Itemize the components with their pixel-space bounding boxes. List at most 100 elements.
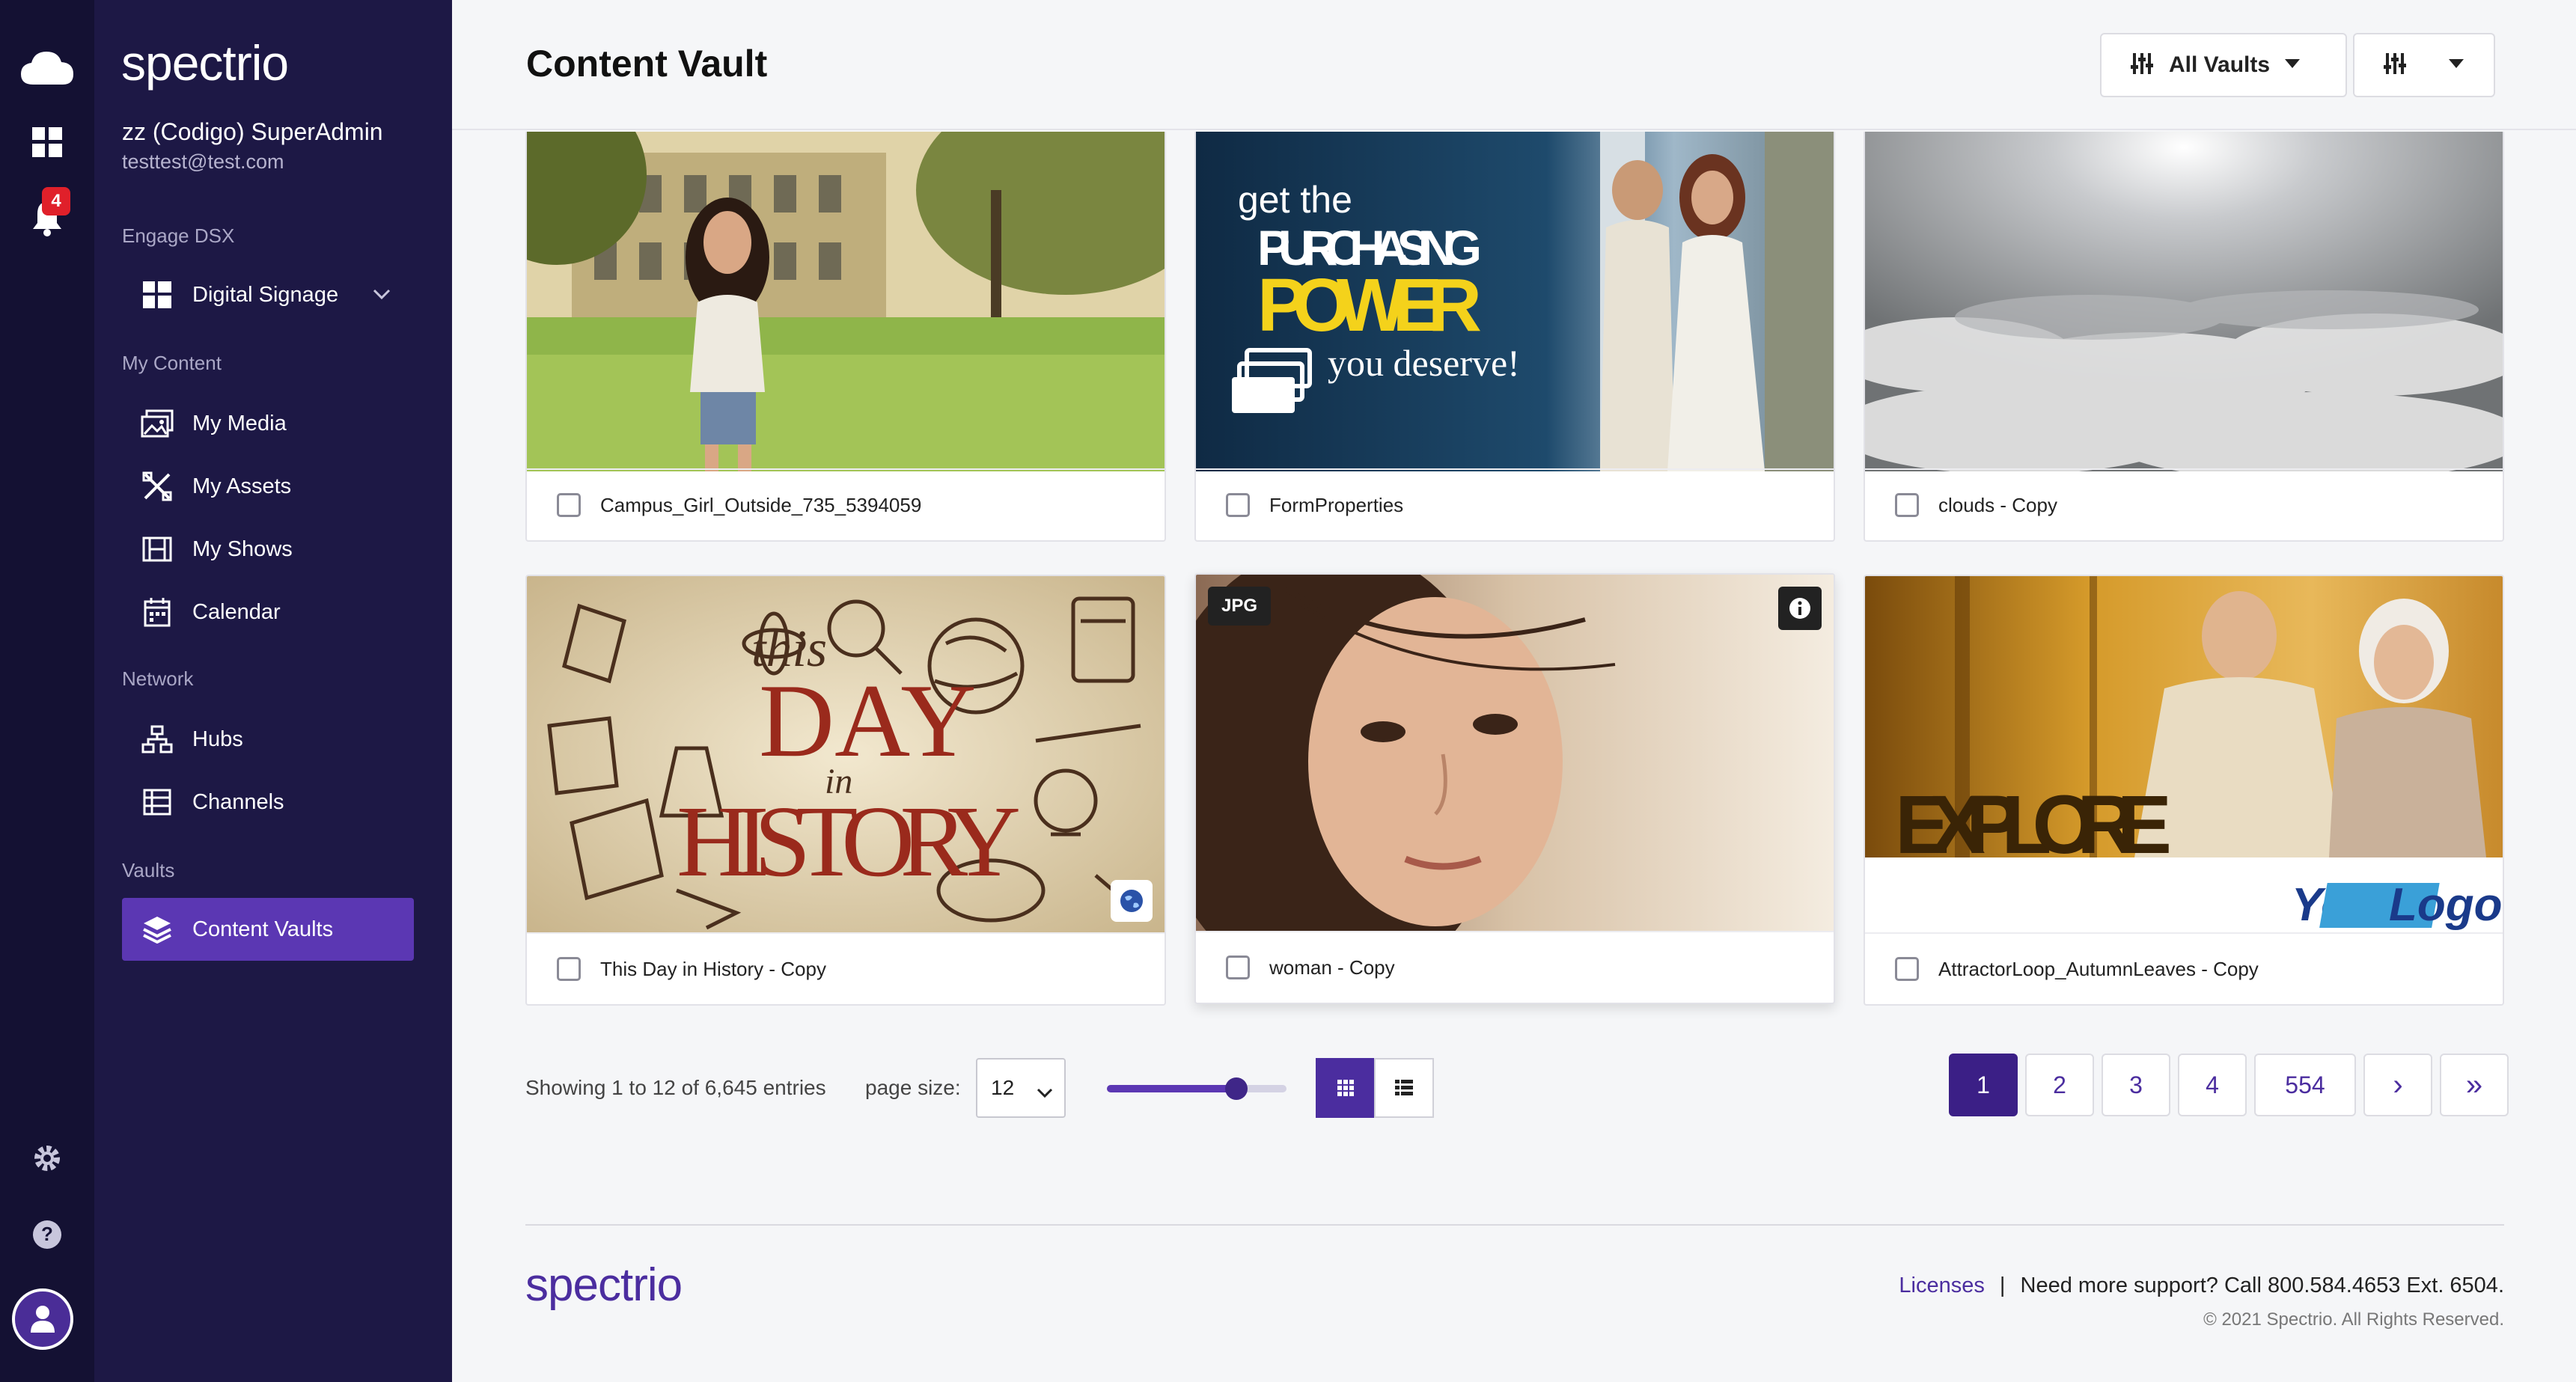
select-checkbox[interactable] (557, 493, 581, 517)
chevron-down-icon (1036, 1080, 1054, 1104)
pagination-last-button[interactable]: » (2440, 1054, 2509, 1116)
media-card[interactable]: Campus_Girl_Outside_735_5394059 (525, 132, 1166, 542)
cloud-icon[interactable] (0, 37, 94, 97)
media-thumbnail[interactable]: JPG (1196, 575, 1834, 932)
card-title: FormProperties (1269, 493, 1404, 516)
sidebar-item-calendar[interactable]: Calendar (122, 582, 414, 642)
media-icon (122, 409, 192, 438)
card-footer: This Day in History - Copy (527, 932, 1165, 1004)
sidebar-item-channels[interactable]: Channels (122, 772, 414, 832)
slider-handle[interactable] (1224, 1077, 1248, 1100)
info-icon[interactable] (1778, 587, 1822, 630)
sidebar-item-hubs[interactable]: Hubs (122, 709, 414, 769)
list-view-button[interactable] (1374, 1058, 1434, 1118)
card-title: Campus_Girl_Outside_735_5394059 (600, 493, 922, 516)
avatar[interactable] (12, 1288, 73, 1350)
media-card[interactable]: clouds - Copy (1864, 132, 2504, 542)
footer-support: Licenses | Need more support? Call 800.5… (1899, 1274, 2504, 1298)
media-thumbnail[interactable]: this DAY in HISTORY (527, 576, 1165, 934)
card-title: woman - Copy (1269, 956, 1395, 979)
thumbnail-size-slider[interactable] (1107, 1077, 1287, 1100)
pagination-next-button[interactable]: › (2363, 1054, 2432, 1116)
page-size-value: 12 (991, 1076, 1015, 1099)
slider-fill (1107, 1085, 1236, 1092)
support-text: Need more support? Call 800.584.4653 Ext… (2020, 1274, 2504, 1297)
grid-view-button[interactable] (1316, 1058, 1376, 1118)
explore-text: EXPLORE (1895, 779, 2172, 871)
copyright: © 2021 Spectrio. All Rights Reserved. (2203, 1309, 2504, 1330)
page-size-select[interactable]: 12 (976, 1058, 1066, 1118)
media-thumbnail[interactable]: get the PURCHASING POWER you deserve! (1196, 132, 1834, 471)
signage-icon (122, 281, 192, 308)
pagination-page[interactable]: 4 (2178, 1054, 2247, 1116)
media-card[interactable]: JPG woman - Copy (1194, 573, 1835, 1004)
file-type-badge: JPG (1208, 587, 1272, 626)
licenses-link[interactable]: Licenses (1899, 1274, 1984, 1297)
media-card[interactable]: get the PURCHASING POWER you deserve! Fo… (1194, 132, 1835, 542)
media-thumbnail[interactable] (527, 132, 1165, 471)
card-title: clouds - Copy (1938, 493, 2057, 516)
sidebar-item-label: Digital Signage (192, 282, 339, 307)
section-my-content: My Content (122, 352, 222, 374)
hubs-icon (122, 725, 192, 753)
sidebar-item-content-vaults[interactable]: Content Vaults (122, 898, 414, 961)
select-checkbox[interactable] (1895, 957, 1919, 981)
caret-down-icon (2285, 58, 2301, 72)
brand-logo[interactable]: spectrio (121, 34, 289, 91)
card-footer: Campus_Girl_Outside_735_5394059 (527, 468, 1165, 540)
select-checkbox[interactable] (557, 957, 581, 981)
pagination-page[interactable]: 554 (2254, 1054, 2356, 1116)
card-footer: FormProperties (1196, 468, 1834, 540)
chevron-down-icon[interactable] (372, 284, 391, 308)
promo-text-line3: POWER (1257, 263, 1482, 347)
history-text-line4: HISTORY (677, 786, 1021, 898)
pagination-page[interactable]: 3 (2102, 1054, 2170, 1116)
help-icon[interactable]: ? (0, 1217, 94, 1253)
caret-down-icon (2449, 58, 2464, 72)
select-checkbox[interactable] (1226, 956, 1250, 979)
user-email: testtest@test.com (122, 150, 284, 173)
sidebar-item-label: Calendar (192, 599, 281, 624)
sidebar-item-label: Content Vaults (192, 917, 334, 941)
sidebar-item-my-assets[interactable]: My Assets (122, 456, 414, 516)
card-title: AttractorLoop_AutumnLeaves - Copy (1938, 957, 2259, 980)
vault-filter-dropdown[interactable]: All Vaults (2100, 33, 2347, 97)
sidebar-item-my-shows[interactable]: My Shows (122, 519, 414, 579)
sidebar-item-label: Hubs (192, 727, 243, 751)
sidebar-item-label: Channels (192, 789, 284, 814)
gear-icon[interactable] (0, 1140, 94, 1176)
column-settings-dropdown[interactable] (2353, 33, 2495, 97)
card-footer: clouds - Copy (1865, 468, 2503, 540)
media-thumbnail[interactable]: EXPLORE Your Logo (1865, 576, 2503, 934)
media-card[interactable]: this DAY in HISTORY This Day in History … (525, 575, 1166, 1006)
promo-text-line4: you deserve! (1328, 342, 1520, 384)
channels-icon (122, 789, 192, 816)
sidebar-item-digital-signage[interactable]: Digital Signage (122, 265, 414, 325)
footer-divider (525, 1224, 2504, 1226)
section-vaults: Vaults (122, 859, 175, 881)
media-card[interactable]: EXPLORE Your Logo AttractorLoop_AutumnLe… (1864, 575, 2504, 1006)
card-title: This Day in History - Copy (600, 957, 826, 980)
grid-icon (1337, 1080, 1354, 1096)
svg-text:?: ? (41, 1223, 53, 1245)
pagination-page[interactable]: 1 (1949, 1054, 2018, 1116)
notification-badge: 4 (42, 187, 70, 215)
assets-icon (122, 471, 192, 501)
calendar-icon (122, 597, 192, 627)
dashboard-icon[interactable] (0, 126, 94, 159)
footer-logo[interactable]: spectrio (525, 1259, 683, 1312)
pagination-page[interactable]: 2 (2025, 1054, 2094, 1116)
sidebar-item-my-media[interactable]: My Media (122, 394, 414, 453)
media-thumbnail[interactable] (1865, 132, 2503, 471)
section-engage: Engage DSX (122, 224, 235, 247)
sidebar: spectrio zz (Codigo) SuperAdmin testtest… (94, 0, 452, 1382)
sliders-icon (2383, 52, 2407, 79)
select-checkbox[interactable] (1226, 493, 1250, 517)
sidebar-item-label: My Shows (192, 536, 293, 561)
promo-text-line1: get the (1238, 179, 1352, 221)
select-checkbox[interactable] (1895, 493, 1919, 517)
content-grid: Campus_Girl_Outside_735_5394059 get the … (452, 132, 2576, 1382)
card-footer: AttractorLoop_AutumnLeaves - Copy (1865, 932, 2503, 1004)
globe-icon[interactable] (1111, 880, 1153, 922)
footer-separator: | (1999, 1274, 2006, 1297)
